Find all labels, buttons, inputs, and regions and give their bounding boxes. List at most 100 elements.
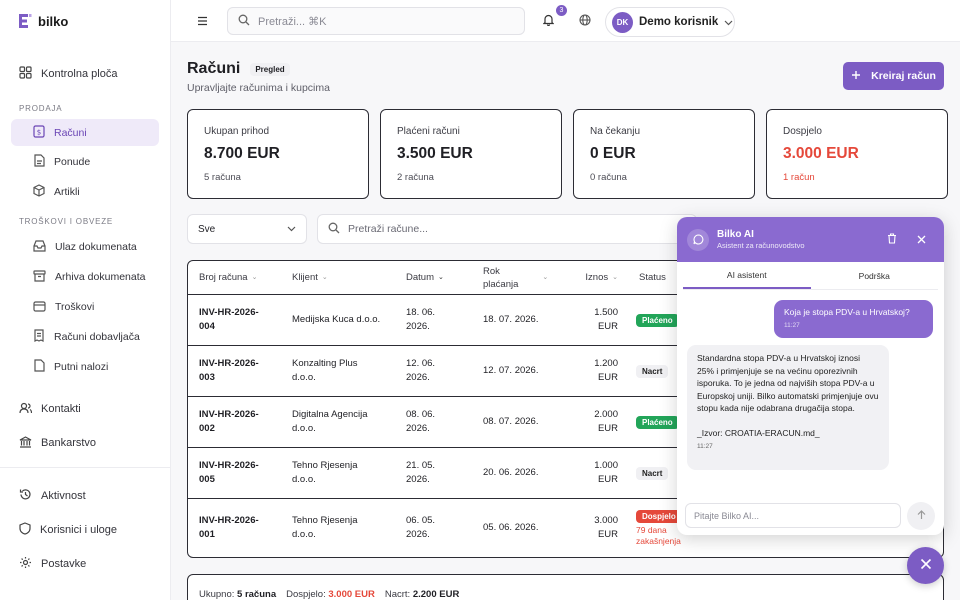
stat-card-pending: Na čekanju 0 EUR 0 računa [573, 109, 755, 199]
cell-date: 18. 06. 2026. [406, 307, 436, 332]
trash-icon[interactable] [887, 232, 897, 247]
sidebar: bilko Kontrolna ploča PRODAJA $ Računi P… [0, 0, 171, 600]
cell-status: Plaćeno [618, 415, 679, 429]
header-label: Datum [406, 271, 434, 283]
sidebar-item-quotes[interactable]: Ponude [11, 149, 159, 175]
sidebar-item-contacts[interactable]: Kontakti [11, 395, 159, 423]
cell-client: Medijska Kuca d.o.o. [292, 314, 381, 325]
shield-icon [19, 522, 31, 538]
cell-date: 21. 05. 2026. [406, 460, 436, 485]
sort-icon: ⌄ [251, 273, 258, 281]
dashboard-icon [19, 66, 32, 82]
cell-due: 08. 07. 2026. [483, 416, 539, 427]
logo[interactable]: bilko [0, 0, 170, 42]
header-label-line: Rok [483, 265, 500, 277]
sidebar-item-banking[interactable]: Bankarstvo [11, 429, 159, 457]
send-button[interactable] [907, 502, 935, 530]
chat-bubble-icon [687, 228, 709, 251]
cell-date: 12. 06. 2026. [406, 358, 436, 383]
sidebar-item-label: Putni nalozi [54, 361, 109, 373]
col-date[interactable]: Datum ⌄ [396, 271, 472, 285]
menu-icon[interactable] [197, 15, 208, 29]
archive-icon [33, 269, 46, 285]
sidebar-item-expenses[interactable]: Troškovi [11, 294, 159, 320]
tab-support[interactable]: Podrška [811, 262, 939, 289]
invoice-search-input[interactable]: Pretraži račune... [317, 214, 697, 244]
card-value: 3.000 EUR [783, 145, 859, 162]
sidebar-item-settings[interactable]: Postavke [11, 550, 159, 578]
title-badge: Pregled [250, 62, 290, 76]
cell-amount: 1.200 EUR [594, 358, 618, 383]
status-filter-select[interactable]: Sve [187, 214, 307, 244]
tab-ai-assistant[interactable]: AI asistent [683, 262, 811, 289]
cell-number: INV-HR-2026- 001 [199, 515, 259, 540]
col-client[interactable]: Klijent ⌄ [282, 271, 396, 285]
close-icon[interactable] [917, 233, 926, 247]
filter-value: Sve [198, 223, 216, 235]
status-badge: Nacrt [636, 364, 669, 378]
avatar: DK [612, 11, 633, 33]
sidebar-item-users-roles[interactable]: Korisnici i uloge [11, 516, 159, 544]
message-text: Standardna stopa PDV-a u Hrvatskoj iznos… [697, 353, 879, 413]
sidebar-item-label: Računi [54, 126, 87, 139]
user-menu[interactable]: DK Demo korisnik [605, 7, 735, 37]
header-label: Rok plaćanja [483, 265, 518, 291]
sidebar-item-supplier-invoices[interactable]: Računi dobavljača [11, 324, 159, 350]
bilko-logo-icon [18, 13, 32, 29]
sidebar-item-label: Korisnici i uloge [40, 524, 118, 536]
create-invoice-label: Kreiraj račun [871, 70, 936, 82]
sidebar-item-archive[interactable]: Arhiva dokumenata [11, 264, 159, 290]
sidebar-item-label: Aktivnost [41, 490, 86, 502]
stat-card-total: Ukupan prihod 8.700 EUR 5 računa [187, 109, 369, 199]
header-label: Broj računa [199, 271, 248, 283]
col-amount[interactable]: Iznos ⌄ [568, 271, 618, 285]
page-title: Računi [187, 60, 241, 77]
sidebar-item-dashboard[interactable]: Kontrolna ploča [11, 60, 159, 88]
sidebar-item-label: Artikli [54, 186, 80, 198]
sidebar-item-label: Troškovi [55, 301, 95, 313]
sidebar-item-invoices[interactable]: $ Računi [11, 119, 159, 146]
cell-amount: 1.500 EUR [594, 307, 618, 332]
sidebar-item-travel-orders[interactable]: Putni nalozi [11, 354, 159, 380]
document-icon [33, 154, 45, 170]
card-label: Na čekanju [590, 126, 641, 137]
bell-icon[interactable] [542, 14, 555, 29]
header-label: Iznos [585, 271, 609, 283]
col-status[interactable]: Status [618, 272, 678, 283]
sidebar-item-activity[interactable]: Aktivnost [11, 482, 159, 510]
cell-client: Tehno Rjesenja d.o.o. [292, 460, 358, 485]
summary-draft: Nacrt: 2.200 EUR [384, 588, 460, 600]
header-label-line: plaćanja [483, 278, 519, 290]
cell-status: Plaćeno [618, 313, 679, 327]
svg-text:$: $ [37, 128, 41, 136]
header-label: Status [639, 272, 666, 283]
brand-name: bilko [38, 13, 69, 29]
summary-total: Ukupno: 5 računa [199, 588, 277, 600]
global-search-input[interactable]: Pretraži... ⌘K [227, 7, 525, 35]
chevron-down-icon [724, 15, 733, 29]
chat-input[interactable]: Pitajte Bilko AI... [685, 503, 901, 528]
card-sub: 1 račun [783, 172, 815, 183]
message-time: 11:27 [697, 443, 713, 450]
card-label: Ukupan prihod [204, 126, 270, 137]
sidebar-item-items[interactable]: Artikli [11, 179, 159, 205]
col-number[interactable]: Broj računa ⌄ [188, 271, 282, 285]
create-invoice-button[interactable]: Kreiraj račun [843, 62, 944, 90]
globe-icon[interactable] [579, 14, 591, 29]
sort-desc-icon: ⌄ [437, 273, 444, 281]
ai-message: Standardna stopa PDV-a u Hrvatskoj iznos… [687, 345, 889, 470]
arrow-up-icon [917, 509, 926, 523]
summary-overdue: Dospjelo: 3.000 EUR [286, 588, 375, 600]
cell-number: INV-HR-2026- 005 [199, 460, 259, 485]
stat-card-overdue: Dospjelo 3.000 EUR 1 račun [766, 109, 948, 199]
section-label-sales: PRODAJA [19, 104, 63, 113]
chat-heading: Bilko AI Asistent za računovodstvo [717, 229, 805, 250]
close-chat-button[interactable] [907, 547, 944, 584]
cell-due: 20. 06. 2026. [483, 467, 539, 478]
sidebar-item-inbox[interactable]: Ulaz dokumenata [11, 234, 159, 260]
col-due-date[interactable]: Rok plaćanja ⌄ [472, 265, 568, 291]
cell-number: INV-HR-2026- 002 [199, 409, 259, 434]
ai-chat-panel: Bilko AI Asistent za računovodstvo AI as… [677, 217, 944, 535]
box-icon [33, 184, 45, 200]
file-icon [33, 359, 45, 375]
